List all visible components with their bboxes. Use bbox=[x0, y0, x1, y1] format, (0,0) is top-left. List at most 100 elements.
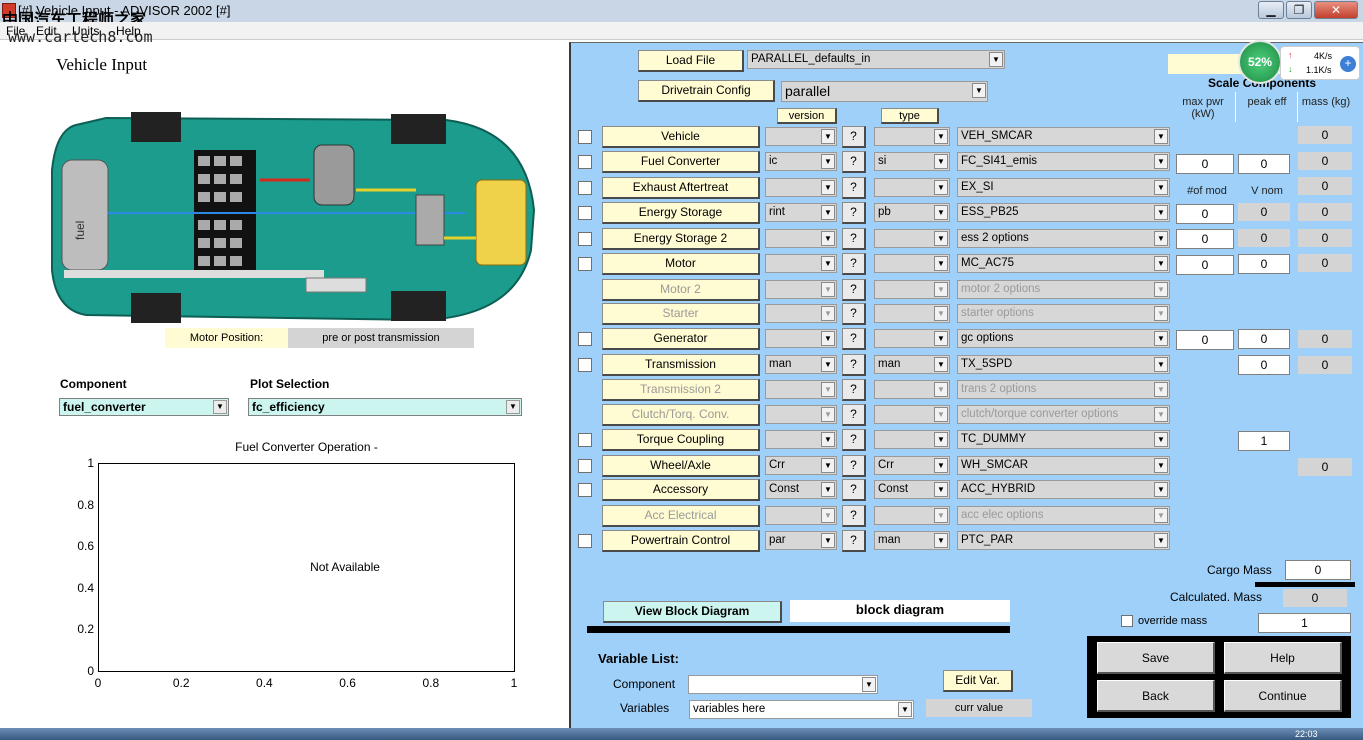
component-help-button[interactable]: ? bbox=[842, 404, 866, 426]
scale-es2-numod[interactable]: 0 bbox=[1176, 229, 1234, 249]
load-file-select[interactable]: PARALLEL_defaults_in ▼ bbox=[747, 50, 1005, 69]
plus-icon[interactable]: + bbox=[1340, 56, 1356, 72]
version-select[interactable]: Crr ▼ bbox=[765, 456, 837, 475]
component-button[interactable]: Starter bbox=[602, 303, 760, 325]
load-file-button[interactable]: Load File bbox=[638, 50, 744, 72]
component-button[interactable]: Motor bbox=[602, 253, 760, 275]
component-help-button[interactable]: ? bbox=[842, 479, 866, 501]
network-monitor-gauge[interactable]: 52% bbox=[1238, 40, 1282, 84]
var-variables-select[interactable]: variables here ▼ bbox=[689, 700, 914, 719]
component-button[interactable]: Transmission bbox=[602, 354, 760, 376]
scale-gc-peakeff[interactable]: 0 bbox=[1238, 329, 1290, 349]
component-file-select[interactable]: starter options ▼ bbox=[957, 304, 1170, 323]
version-select[interactable]: ▼ bbox=[765, 229, 837, 248]
component-button[interactable]: Powertrain Control bbox=[602, 530, 760, 552]
row-checkbox[interactable] bbox=[578, 155, 592, 169]
scale-es-numod[interactable]: 0 bbox=[1176, 204, 1234, 224]
component-help-button[interactable]: ? bbox=[842, 455, 866, 477]
component-button[interactable]: Acc Electrical bbox=[602, 505, 760, 527]
version-select[interactable]: ▼ bbox=[765, 430, 837, 449]
component-help-button[interactable]: ? bbox=[842, 177, 866, 199]
component-help-button[interactable]: ? bbox=[842, 253, 866, 275]
drivetrain-select[interactable]: parallel ▼ bbox=[781, 81, 988, 102]
component-file-select[interactable]: PTC_PAR ▼ bbox=[957, 531, 1170, 550]
row-checkbox[interactable] bbox=[578, 358, 592, 372]
version-select[interactable]: ▼ bbox=[765, 506, 837, 525]
row-checkbox[interactable] bbox=[578, 130, 592, 144]
minimize-button[interactable]: ▁ bbox=[1258, 1, 1284, 19]
type-select[interactable]: Const ▼ bbox=[874, 480, 950, 499]
component-button[interactable]: Accessory bbox=[602, 479, 760, 501]
type-select[interactable]: ▼ bbox=[874, 178, 950, 197]
version-select[interactable]: man ▼ bbox=[765, 355, 837, 374]
type-select[interactable]: ▼ bbox=[874, 229, 950, 248]
component-file-select[interactable]: ACC_HYBRID ▼ bbox=[957, 480, 1170, 499]
component-file-select[interactable]: acc elec options ▼ bbox=[957, 506, 1170, 525]
cargo-mass-input[interactable]: 0 bbox=[1285, 560, 1351, 580]
component-help-button[interactable]: ? bbox=[842, 530, 866, 552]
version-select[interactable]: ▼ bbox=[765, 304, 837, 323]
type-select[interactable]: ▼ bbox=[874, 304, 950, 323]
type-select[interactable]: ▼ bbox=[874, 506, 950, 525]
type-select[interactable]: ▼ bbox=[874, 405, 950, 424]
save-button[interactable]: Save bbox=[1097, 642, 1215, 674]
row-checkbox[interactable] bbox=[578, 433, 592, 447]
type-select[interactable]: Crr ▼ bbox=[874, 456, 950, 475]
component-button[interactable]: Transmission 2 bbox=[602, 379, 760, 401]
type-select[interactable]: si ▼ bbox=[874, 152, 950, 171]
component-help-button[interactable]: ? bbox=[842, 126, 866, 148]
continue-button[interactable]: Continue bbox=[1224, 680, 1342, 712]
component-help-button[interactable]: ? bbox=[842, 279, 866, 301]
type-select[interactable]: ▼ bbox=[874, 430, 950, 449]
component-help-button[interactable]: ? bbox=[842, 202, 866, 224]
component-file-select[interactable]: EX_SI ▼ bbox=[957, 178, 1170, 197]
version-select[interactable]: par ▼ bbox=[765, 531, 837, 550]
version-select[interactable]: ▼ bbox=[765, 405, 837, 424]
scale-mc-peakeff[interactable]: 0 bbox=[1238, 254, 1290, 274]
component-help-button[interactable]: ? bbox=[842, 505, 866, 527]
component-button[interactable]: Clutch/Torq. Conv. bbox=[602, 404, 760, 426]
row-checkbox[interactable] bbox=[578, 206, 592, 220]
component-file-select[interactable]: trans 2 options ▼ bbox=[957, 380, 1170, 399]
component-button[interactable]: Vehicle bbox=[602, 126, 760, 148]
component-button[interactable]: Energy Storage bbox=[602, 202, 760, 224]
component-file-select[interactable]: clutch/torque converter options ▼ bbox=[957, 405, 1170, 424]
component-button[interactable]: Wheel/Axle bbox=[602, 455, 760, 477]
component-file-select[interactable]: ess 2 options ▼ bbox=[957, 229, 1170, 248]
version-select[interactable]: ▼ bbox=[765, 380, 837, 399]
version-select[interactable]: Const ▼ bbox=[765, 480, 837, 499]
edit-var-button[interactable]: Edit Var. bbox=[943, 670, 1013, 692]
version-select[interactable]: ▼ bbox=[765, 329, 837, 348]
type-select[interactable]: ▼ bbox=[874, 280, 950, 299]
component-file-select[interactable]: VEH_SMCAR ▼ bbox=[957, 127, 1170, 146]
var-component-select[interactable]: ▼ bbox=[688, 675, 878, 694]
maximize-button[interactable]: ❐ bbox=[1286, 1, 1312, 19]
row-checkbox[interactable] bbox=[578, 332, 592, 346]
component-file-select[interactable]: MC_AC75 ▼ bbox=[957, 254, 1170, 273]
scale-fc-maxpwr[interactable]: 0 bbox=[1176, 154, 1234, 174]
version-select[interactable]: ic ▼ bbox=[765, 152, 837, 171]
component-button[interactable]: Fuel Converter bbox=[602, 151, 760, 173]
override-mass-checkbox[interactable] bbox=[1121, 615, 1133, 627]
version-select[interactable]: ▼ bbox=[765, 254, 837, 273]
component-help-button[interactable]: ? bbox=[842, 151, 866, 173]
component-file-select[interactable]: gc options ▼ bbox=[957, 329, 1170, 348]
component-file-select[interactable]: TC_DUMMY ▼ bbox=[957, 430, 1170, 449]
view-block-diagram-button[interactable]: View Block Diagram bbox=[603, 601, 782, 623]
type-select[interactable]: man ▼ bbox=[874, 531, 950, 550]
back-button[interactable]: Back bbox=[1097, 680, 1215, 712]
help-button[interactable]: Help bbox=[1224, 642, 1342, 674]
row-checkbox[interactable] bbox=[578, 181, 592, 195]
component-help-button[interactable]: ? bbox=[842, 303, 866, 325]
version-select[interactable]: rint ▼ bbox=[765, 203, 837, 222]
component-select[interactable]: fuel_converter ▼ bbox=[59, 398, 229, 416]
component-button[interactable]: Exhaust Aftertreat bbox=[602, 177, 760, 199]
version-select[interactable]: ▼ bbox=[765, 280, 837, 299]
scale-gc-maxpwr[interactable]: 0 bbox=[1176, 330, 1234, 350]
scale-fc-peakeff[interactable]: 0 bbox=[1238, 154, 1290, 174]
plot-select[interactable]: fc_efficiency ▼ bbox=[248, 398, 522, 416]
component-button[interactable]: Torque Coupling bbox=[602, 429, 760, 451]
row-checkbox[interactable] bbox=[578, 534, 592, 548]
version-select[interactable]: ▼ bbox=[765, 178, 837, 197]
scale-tx-peakeff[interactable]: 0 bbox=[1238, 355, 1290, 375]
